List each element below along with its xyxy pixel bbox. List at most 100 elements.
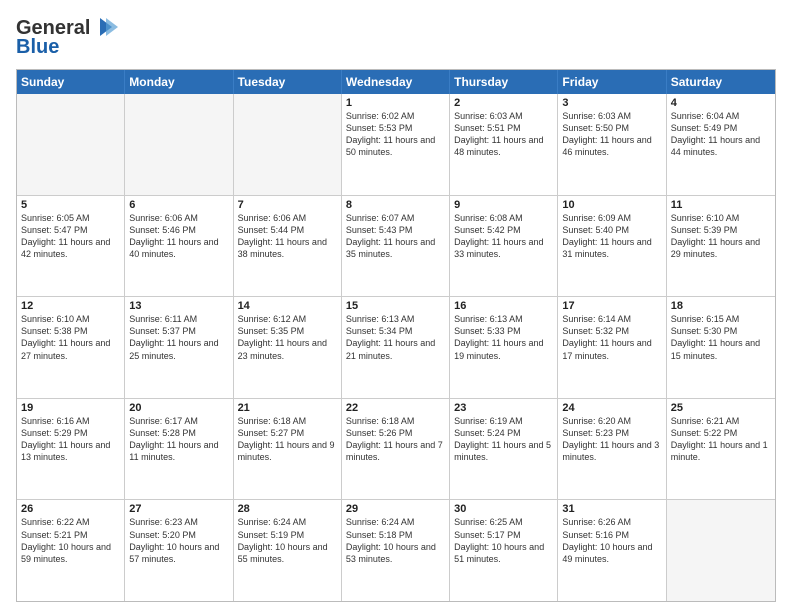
day-number: 16 (454, 300, 553, 312)
cell-sun-info: Sunrise: 6:12 AM Sunset: 5:35 PM Dayligh… (238, 313, 337, 362)
cell-sun-info: Sunrise: 6:04 AM Sunset: 5:49 PM Dayligh… (671, 110, 771, 159)
calendar: SundayMondayTuesdayWednesdayThursdayFrid… (16, 69, 776, 602)
cell-sun-info: Sunrise: 6:25 AM Sunset: 5:17 PM Dayligh… (454, 516, 553, 565)
calendar-cell: 28Sunrise: 6:24 AM Sunset: 5:19 PM Dayli… (234, 500, 342, 601)
day-number: 23 (454, 402, 553, 414)
cell-sun-info: Sunrise: 6:10 AM Sunset: 5:39 PM Dayligh… (671, 212, 771, 261)
calendar-cell: 19Sunrise: 6:16 AM Sunset: 5:29 PM Dayli… (17, 399, 125, 500)
cell-sun-info: Sunrise: 6:18 AM Sunset: 5:26 PM Dayligh… (346, 415, 445, 464)
cell-sun-info: Sunrise: 6:17 AM Sunset: 5:28 PM Dayligh… (129, 415, 228, 464)
day-number: 21 (238, 402, 337, 414)
cell-sun-info: Sunrise: 6:08 AM Sunset: 5:42 PM Dayligh… (454, 212, 553, 261)
day-number: 24 (562, 402, 661, 414)
day-number: 31 (562, 503, 661, 515)
calendar-cell: 17Sunrise: 6:14 AM Sunset: 5:32 PM Dayli… (558, 297, 666, 398)
calendar-cell: 3Sunrise: 6:03 AM Sunset: 5:50 PM Daylig… (558, 94, 666, 195)
cell-sun-info: Sunrise: 6:19 AM Sunset: 5:24 PM Dayligh… (454, 415, 553, 464)
day-number: 18 (671, 300, 771, 312)
day-number: 27 (129, 503, 228, 515)
calendar-cell: 31Sunrise: 6:26 AM Sunset: 5:16 PM Dayli… (558, 500, 666, 601)
cell-sun-info: Sunrise: 6:05 AM Sunset: 5:47 PM Dayligh… (21, 212, 120, 261)
cell-sun-info: Sunrise: 6:13 AM Sunset: 5:34 PM Dayligh… (346, 313, 445, 362)
day-number: 20 (129, 402, 228, 414)
cell-sun-info: Sunrise: 6:10 AM Sunset: 5:38 PM Dayligh… (21, 313, 120, 362)
calendar-row: 5Sunrise: 6:05 AM Sunset: 5:47 PM Daylig… (17, 196, 775, 298)
cell-sun-info: Sunrise: 6:11 AM Sunset: 5:37 PM Dayligh… (129, 313, 228, 362)
calendar-cell: 7Sunrise: 6:06 AM Sunset: 5:44 PM Daylig… (234, 196, 342, 297)
day-number: 12 (21, 300, 120, 312)
calendar-cell: 21Sunrise: 6:18 AM Sunset: 5:27 PM Dayli… (234, 399, 342, 500)
calendar-row: 1Sunrise: 6:02 AM Sunset: 5:53 PM Daylig… (17, 94, 775, 196)
page-header: General Blue (16, 16, 776, 59)
calendar-cell: 26Sunrise: 6:22 AM Sunset: 5:21 PM Dayli… (17, 500, 125, 601)
logo-icon (92, 14, 118, 40)
calendar-row: 12Sunrise: 6:10 AM Sunset: 5:38 PM Dayli… (17, 297, 775, 399)
day-number: 4 (671, 97, 771, 109)
day-number: 5 (21, 199, 120, 211)
cell-sun-info: Sunrise: 6:06 AM Sunset: 5:46 PM Dayligh… (129, 212, 228, 261)
calendar-cell: 25Sunrise: 6:21 AM Sunset: 5:22 PM Dayli… (667, 399, 775, 500)
weekday-header: Sunday (17, 70, 125, 94)
day-number: 9 (454, 199, 553, 211)
calendar-cell: 11Sunrise: 6:10 AM Sunset: 5:39 PM Dayli… (667, 196, 775, 297)
day-number: 29 (346, 503, 445, 515)
day-number: 10 (562, 199, 661, 211)
day-number: 7 (238, 199, 337, 211)
day-number: 22 (346, 402, 445, 414)
cell-sun-info: Sunrise: 6:23 AM Sunset: 5:20 PM Dayligh… (129, 516, 228, 565)
day-number: 11 (671, 199, 771, 211)
calendar-cell: 23Sunrise: 6:19 AM Sunset: 5:24 PM Dayli… (450, 399, 558, 500)
cell-sun-info: Sunrise: 6:24 AM Sunset: 5:18 PM Dayligh… (346, 516, 445, 565)
calendar-cell: 5Sunrise: 6:05 AM Sunset: 5:47 PM Daylig… (17, 196, 125, 297)
day-number: 25 (671, 402, 771, 414)
weekday-header: Monday (125, 70, 233, 94)
cell-sun-info: Sunrise: 6:07 AM Sunset: 5:43 PM Dayligh… (346, 212, 445, 261)
weekday-header: Wednesday (342, 70, 450, 94)
cell-sun-info: Sunrise: 6:26 AM Sunset: 5:16 PM Dayligh… (562, 516, 661, 565)
day-number: 30 (454, 503, 553, 515)
logo: General Blue (16, 16, 118, 59)
cell-sun-info: Sunrise: 6:06 AM Sunset: 5:44 PM Dayligh… (238, 212, 337, 261)
calendar-cell: 13Sunrise: 6:11 AM Sunset: 5:37 PM Dayli… (125, 297, 233, 398)
calendar-cell: 16Sunrise: 6:13 AM Sunset: 5:33 PM Dayli… (450, 297, 558, 398)
calendar-header: SundayMondayTuesdayWednesdayThursdayFrid… (17, 70, 775, 94)
weekday-header: Friday (558, 70, 666, 94)
cell-sun-info: Sunrise: 6:03 AM Sunset: 5:50 PM Dayligh… (562, 110, 661, 159)
calendar-row: 19Sunrise: 6:16 AM Sunset: 5:29 PM Dayli… (17, 399, 775, 501)
day-number: 19 (21, 402, 120, 414)
calendar-cell (667, 500, 775, 601)
calendar-cell: 27Sunrise: 6:23 AM Sunset: 5:20 PM Dayli… (125, 500, 233, 601)
day-number: 17 (562, 300, 661, 312)
calendar-body: 1Sunrise: 6:02 AM Sunset: 5:53 PM Daylig… (17, 94, 775, 601)
calendar-cell: 1Sunrise: 6:02 AM Sunset: 5:53 PM Daylig… (342, 94, 450, 195)
cell-sun-info: Sunrise: 6:20 AM Sunset: 5:23 PM Dayligh… (562, 415, 661, 464)
calendar-cell: 2Sunrise: 6:03 AM Sunset: 5:51 PM Daylig… (450, 94, 558, 195)
calendar-cell: 18Sunrise: 6:15 AM Sunset: 5:30 PM Dayli… (667, 297, 775, 398)
calendar-cell: 9Sunrise: 6:08 AM Sunset: 5:42 PM Daylig… (450, 196, 558, 297)
day-number: 3 (562, 97, 661, 109)
cell-sun-info: Sunrise: 6:02 AM Sunset: 5:53 PM Dayligh… (346, 110, 445, 159)
cell-sun-info: Sunrise: 6:22 AM Sunset: 5:21 PM Dayligh… (21, 516, 120, 565)
calendar-cell: 10Sunrise: 6:09 AM Sunset: 5:40 PM Dayli… (558, 196, 666, 297)
cell-sun-info: Sunrise: 6:14 AM Sunset: 5:32 PM Dayligh… (562, 313, 661, 362)
calendar-cell (125, 94, 233, 195)
cell-sun-info: Sunrise: 6:03 AM Sunset: 5:51 PM Dayligh… (454, 110, 553, 159)
weekday-header: Saturday (667, 70, 775, 94)
day-number: 1 (346, 97, 445, 109)
calendar-cell: 12Sunrise: 6:10 AM Sunset: 5:38 PM Dayli… (17, 297, 125, 398)
day-number: 2 (454, 97, 553, 109)
calendar-row: 26Sunrise: 6:22 AM Sunset: 5:21 PM Dayli… (17, 500, 775, 601)
calendar-cell: 30Sunrise: 6:25 AM Sunset: 5:17 PM Dayli… (450, 500, 558, 601)
cell-sun-info: Sunrise: 6:21 AM Sunset: 5:22 PM Dayligh… (671, 415, 771, 464)
day-number: 14 (238, 300, 337, 312)
cell-sun-info: Sunrise: 6:15 AM Sunset: 5:30 PM Dayligh… (671, 313, 771, 362)
day-number: 8 (346, 199, 445, 211)
calendar-cell (234, 94, 342, 195)
calendar-cell: 4Sunrise: 6:04 AM Sunset: 5:49 PM Daylig… (667, 94, 775, 195)
cell-sun-info: Sunrise: 6:18 AM Sunset: 5:27 PM Dayligh… (238, 415, 337, 464)
cell-sun-info: Sunrise: 6:24 AM Sunset: 5:19 PM Dayligh… (238, 516, 337, 565)
day-number: 26 (21, 503, 120, 515)
cell-sun-info: Sunrise: 6:16 AM Sunset: 5:29 PM Dayligh… (21, 415, 120, 464)
calendar-cell: 15Sunrise: 6:13 AM Sunset: 5:34 PM Dayli… (342, 297, 450, 398)
cell-sun-info: Sunrise: 6:13 AM Sunset: 5:33 PM Dayligh… (454, 313, 553, 362)
